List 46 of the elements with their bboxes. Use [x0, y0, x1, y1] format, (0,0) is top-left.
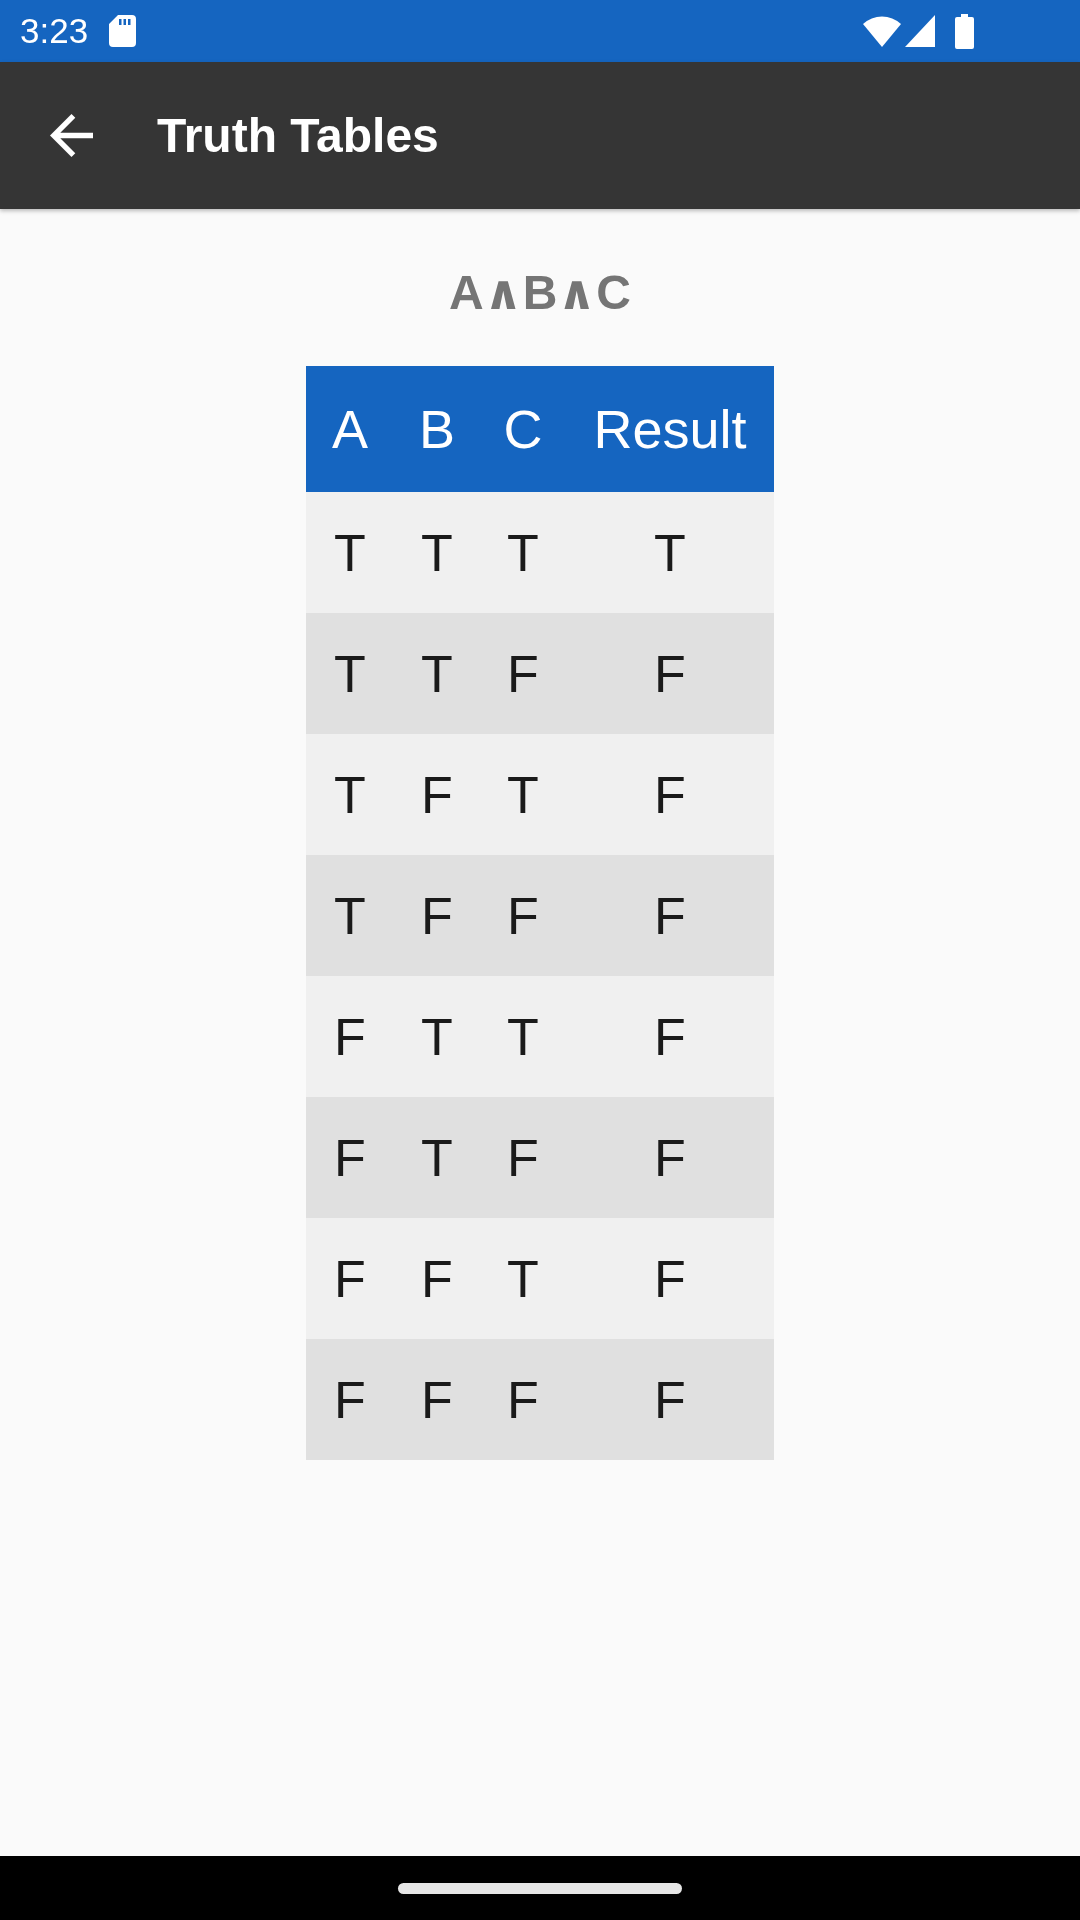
table-cell: T	[507, 1248, 539, 1309]
column-header: C	[503, 398, 543, 461]
column-header: Result	[593, 398, 747, 461]
table-cell: F	[421, 1248, 453, 1309]
table-cell: F	[654, 1248, 686, 1309]
table-cell: T	[421, 522, 453, 583]
table-cell: F	[507, 1127, 539, 1188]
table-cell: F	[421, 1369, 453, 1430]
table-cell: T	[334, 764, 366, 825]
table-cell: F	[654, 885, 686, 946]
table-cell: T	[507, 522, 539, 583]
sd-card-icon	[109, 15, 137, 47]
status-time: 3:23	[20, 11, 89, 51]
table-cell: F	[507, 885, 539, 946]
table-cell: F	[334, 1127, 366, 1188]
home-handle[interactable]	[398, 1882, 682, 1894]
table-cell: T	[421, 1006, 453, 1067]
expression-title: A∧B∧C	[449, 265, 631, 321]
wifi-icon	[863, 15, 901, 47]
back-arrow-icon	[50, 114, 93, 157]
table-cell: F	[654, 1006, 686, 1067]
column-header: B	[419, 398, 455, 461]
table-cell: F	[654, 1127, 686, 1188]
table-cell: T	[334, 522, 366, 583]
table-cell: F	[507, 643, 539, 704]
table-cell: F	[654, 764, 686, 825]
table-cell: F	[507, 1369, 539, 1430]
table-cell: F	[334, 1248, 366, 1309]
table-cell: T	[507, 1006, 539, 1067]
table-cell: F	[421, 764, 453, 825]
app-bar-title: Truth Tables	[157, 107, 439, 164]
table-cell: T	[334, 643, 366, 704]
signal-icon	[905, 15, 935, 47]
table-cell: T	[507, 764, 539, 825]
table-cell: T	[654, 522, 686, 583]
table-cell: F	[654, 1369, 686, 1430]
table-cell: F	[334, 1369, 366, 1430]
column-header: A	[332, 398, 368, 461]
battery-icon	[955, 13, 974, 49]
back-button[interactable]	[50, 114, 93, 157]
table-cell: F	[334, 1006, 366, 1067]
table-cell: F	[654, 643, 686, 704]
table-cell: F	[421, 885, 453, 946]
table-cell: T	[334, 885, 366, 946]
table-cell: T	[421, 643, 453, 704]
table-cell: T	[421, 1127, 453, 1188]
